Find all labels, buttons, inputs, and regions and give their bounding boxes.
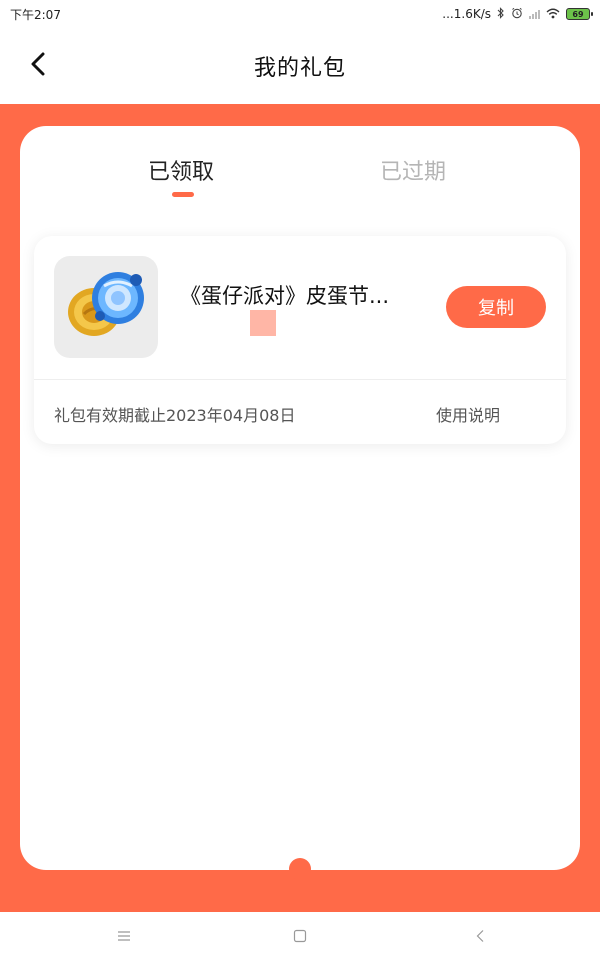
nav-back-button[interactable] [468,926,492,946]
signal-icon [529,9,540,19]
tab-received[interactable]: 已领取 [148,154,214,186]
status-bar: 下午2:07 ...1.6K/s 69 [0,0,600,28]
gift-title: 《蛋仔派对》皮蛋节... [180,284,390,308]
screen: 下午2:07 ...1.6K/s 69 我的礼包 已领取 已过期 《蛋仔派对》皮… [0,0,600,960]
game-icon [54,256,158,358]
chevron-left-icon [31,52,45,76]
system-nav-bar [0,912,600,960]
wifi-icon [546,8,560,21]
tab-bar: 已领取 已过期 [20,150,580,200]
validity-text: 礼包有效期截止2023年04月08日 [54,406,296,425]
panel-notch [289,858,311,880]
menu-button[interactable] [112,926,136,946]
page-title: 我的礼包 [253,56,346,81]
app-header: 我的礼包 [0,28,600,104]
tab-expired[interactable]: 已过期 [380,154,446,186]
alarm-icon [511,7,523,21]
home-square-icon [293,929,307,943]
menu-icon [118,931,130,941]
gift-card: 《蛋仔派对》皮蛋节... 复制 礼包有效期截止2023年04月08日 使用说明 [34,236,566,444]
back-triangle-icon [476,930,484,942]
battery-indicator: 69 [566,8,593,20]
usage-instructions-link[interactable]: 使用说明 [436,402,500,426]
network-speed: ...1.6K/s [442,7,491,21]
back-button[interactable] [24,48,52,80]
home-button[interactable] [288,926,312,946]
bluetooth-icon [497,7,505,21]
copy-button[interactable]: 复制 [446,286,546,328]
active-tab-indicator [172,192,194,197]
card-divider [34,379,566,380]
redacted-code [250,310,276,336]
status-time: 下午2:07 [10,7,61,22]
